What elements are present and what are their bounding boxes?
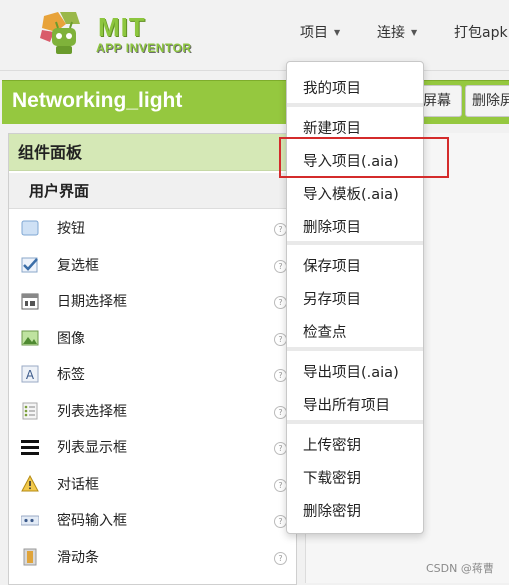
menu-item-export-project[interactable]: 导出项目(.aia) [303, 361, 399, 382]
menu-item-delete-keystore[interactable]: 删除密钥 [303, 500, 361, 521]
palette-item-label: 密码输入框 [57, 513, 127, 529]
help-icon[interactable]: ? [274, 551, 287, 565]
palette-list: 按钮 ? 复选框 ? 日期选择框 ? 图像 ? A 标签 ? 列表选择框 ? 列… [9, 211, 296, 576]
palette-item-date-picker[interactable]: 日期选择框 ? [9, 284, 296, 321]
palette-item-label: 标签 [57, 367, 85, 383]
slider-icon [23, 548, 37, 565]
palette-item-label: 日期选择框 [57, 294, 127, 310]
palette-title: 组件面板 [9, 134, 296, 171]
nav-projects-label: 项目 [300, 25, 328, 41]
palette-item-button[interactable]: 按钮 ? [9, 211, 296, 248]
logo-subtitle: APP INVENTOR [96, 41, 192, 55]
palette-item-notifier[interactable]: 对话框 ? [9, 467, 296, 504]
menu-item-checkpoint[interactable]: 检查点 [303, 321, 347, 342]
warning-icon [21, 474, 39, 491]
palette-item-label: 复选框 [57, 257, 99, 274]
password-icon [21, 515, 39, 526]
image-icon [21, 330, 39, 345]
nav-connect-label: 连接 [377, 25, 405, 41]
menu-divider [287, 241, 423, 245]
palette-item-label: 滑动条 [57, 549, 99, 566]
menu-item-upload-keystore[interactable]: 上传密钥 [303, 434, 361, 455]
palette-item-list-view[interactable]: 列表显示框 ? [9, 430, 296, 467]
menu-item-new-project[interactable]: 新建项目 [303, 117, 361, 138]
project-name: Networking_light [12, 89, 183, 112]
top-header: MIT APP INVENTOR 项目 ▼ 连接 ▼ 打包apk [0, 0, 509, 71]
svg-text:A: A [26, 368, 35, 382]
palette-item-checkbox[interactable]: 复选框 ? [9, 248, 296, 285]
menu-item-import-template[interactable]: 导入模板(.aia) [303, 183, 399, 204]
list-picker-icon [22, 402, 38, 419]
palette-item-list-picker[interactable]: 列表选择框 ? [9, 394, 296, 431]
list-view-icon [21, 440, 39, 455]
projects-dropdown-menu: 我的项目 新建项目 导入项目(.aia) 导入模板(.aia) 删除项目 保存项… [286, 61, 424, 534]
app-inventor-logo[interactable]: MIT APP INVENTOR [36, 10, 196, 62]
menu-item-export-all[interactable]: 导出所有项目 [303, 394, 390, 415]
delete-screen-button[interactable]: 删除屏 [465, 85, 509, 117]
palette-item-image[interactable]: 图像 ? [9, 321, 296, 358]
calendar-icon [21, 293, 39, 310]
menu-item-save-project-as[interactable]: 另存项目 [303, 288, 361, 309]
caret-down-icon: ▼ [411, 28, 418, 37]
menu-item-download-keystore[interactable]: 下载密钥 [303, 467, 361, 488]
nav-connect-menu[interactable]: 连接 ▼ [377, 0, 417, 68]
checkbox-icon [21, 257, 38, 272]
palette-item-label-component[interactable]: A 标签 ? [9, 357, 296, 394]
highlight-box [279, 137, 449, 178]
palette-item-password-textbox[interactable]: 密码输入框 ? [9, 503, 296, 540]
palette-item-label: 列表显示框 [57, 440, 127, 456]
palette-category-user-interface[interactable]: 用户界面 [9, 173, 296, 209]
menu-divider [287, 103, 423, 107]
menu-item-save-project[interactable]: 保存项目 [303, 255, 361, 276]
logo-mark-icon [40, 12, 80, 54]
palette-item-label: 图像 [57, 330, 85, 347]
logo-title: MIT [98, 12, 146, 42]
nav-build-apk-menu[interactable]: 打包apk [454, 0, 508, 68]
label-icon: A [21, 365, 39, 383]
menu-item-delete-project[interactable]: 删除项目 [303, 216, 361, 237]
component-palette: 组件面板 用户界面 按钮 ? 复选框 ? 日期选择框 ? 图像 ? A 标签 ? [8, 133, 297, 585]
nav-build-apk-label: 打包apk [454, 25, 508, 41]
palette-item-label: 列表选择框 [57, 403, 127, 420]
menu-divider [287, 347, 423, 351]
palette-item-label: 按钮 [57, 221, 85, 237]
palette-item-label: 对话框 [57, 476, 99, 493]
button-icon [21, 220, 39, 236]
nav-projects-menu[interactable]: 项目 ▼ [300, 0, 340, 68]
caret-down-icon: ▼ [334, 28, 341, 37]
menu-divider [287, 420, 423, 424]
menu-item-my-projects[interactable]: 我的项目 [303, 77, 361, 98]
palette-item-slider[interactable]: 滑动条 ? [9, 540, 296, 577]
watermark: CSDN @蒋曹 [426, 562, 494, 575]
